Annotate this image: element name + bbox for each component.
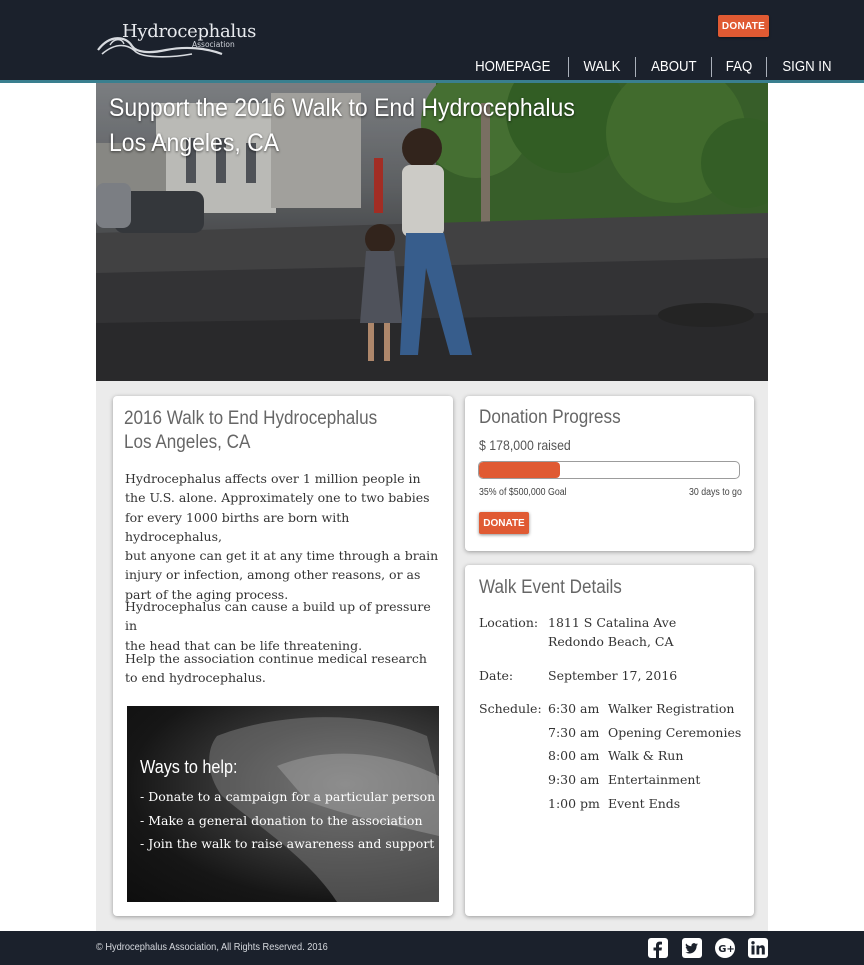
nav-separator (711, 57, 713, 77)
text-line: but anyone can get it at any time throug… (125, 548, 439, 564)
schedule-time: 1:00 pm (548, 796, 600, 811)
ways-to-help-heading: Ways to help: (140, 757, 238, 777)
nav-sign-in[interactable]: SIGN IN (772, 57, 842, 77)
ways-to-help-box (127, 706, 439, 902)
schedule-time: 9:30 am (548, 772, 600, 787)
header-donate-button[interactable]: DONATE (718, 15, 769, 37)
text-line: Help the association continue medical re… (125, 651, 427, 666)
logo-subtext: Association (192, 40, 235, 49)
schedule-time: 6:30 am (548, 701, 600, 716)
card-donate-button[interactable]: DONATE (479, 512, 529, 534)
text-line: Hydrocephalus affects over 1 million peo… (125, 471, 421, 486)
facebook-icon[interactable] (648, 938, 668, 958)
schedule-event: Event Ends (608, 796, 681, 811)
location-line-1: 1811 S Catalina Ave (548, 615, 677, 630)
days-remaining-text: 30 days to go (689, 487, 742, 498)
twitter-icon[interactable] (682, 938, 702, 958)
schedule-label: Schedule: (479, 701, 542, 716)
schedule-event: Opening Ceremonies (608, 725, 742, 740)
text-line: for every 1000 births are born with hydr… (125, 509, 350, 544)
linkedin-icon[interactable] (748, 938, 768, 958)
nav-about[interactable]: ABOUT (640, 57, 707, 77)
walk-title: 2016 Walk to End Hydrocephalus Los Angel… (124, 407, 377, 455)
date-value: September 17, 2016 (548, 668, 678, 683)
text-line: to end hydrocephalus. (125, 670, 266, 686)
schedule-time: 8:00 am (548, 748, 600, 763)
svg-text:G+: G+ (718, 944, 735, 955)
schedule-time: 7:30 am (548, 725, 600, 740)
site-logo[interactable]: Hydrocephalus Association (96, 18, 256, 63)
hero-title: Support the 2016 Walk to End Hydrocephal… (109, 91, 575, 161)
walk-title-line-1: 2016 Walk to End Hydrocephalus (124, 408, 378, 429)
amount-raised: $ 178,000 raised (479, 437, 571, 453)
hands-photo-illustration (209, 717, 439, 902)
description-paragraph-1: Hydrocephalus affects over 1 million peo… (125, 469, 445, 604)
nav-walk[interactable]: WALK (573, 57, 631, 77)
date-label: Date: (479, 668, 514, 683)
hero-title-line-1: Support the 2016 Walk to End Hydrocephal… (109, 94, 575, 122)
walk-title-line-2: Los Angeles, CA (124, 432, 251, 453)
hero-image: Support the 2016 Walk to End Hydrocephal… (96, 83, 768, 381)
copyright-text: © Hydrocephalus Association, All Rights … (96, 941, 328, 953)
main-nav: HOMEPAGE WALK ABOUT FAQ SIGN IN (458, 56, 847, 78)
donation-progress-title: Donation Progress (479, 407, 621, 428)
schedule-event: Walk & Run (608, 748, 684, 763)
hero-title-line-2: Los Angeles, CA (109, 129, 280, 157)
schedule-event: Entertainment (608, 772, 701, 787)
ways-item: - Donate to a campaign for a particular … (140, 789, 436, 804)
goal-percent-text: 35% of $500,000 Goal (479, 487, 567, 498)
google-plus-icon[interactable]: G+ (715, 938, 735, 958)
nav-faq[interactable]: FAQ (715, 57, 763, 77)
schedule-event: Walker Registration (608, 701, 735, 716)
description-paragraph-2: Hydrocephalus can cause a build up of pr… (125, 597, 445, 655)
ways-item: - Make a general donation to the associa… (140, 813, 423, 828)
logo-text: Hydrocephalus (122, 21, 257, 42)
nav-separator (766, 57, 768, 77)
walk-event-details-title: Walk Event Details (479, 577, 622, 598)
text-line: the U.S. alone. Approximately one to two… (125, 490, 430, 506)
nav-homepage[interactable]: HOMEPAGE (465, 57, 561, 77)
description-paragraph-3: Help the association continue medical re… (125, 649, 445, 688)
ways-item: - Join the walk to raise awareness and s… (140, 836, 435, 851)
location-label: Location: (479, 615, 539, 630)
donation-progress-bar (478, 461, 740, 479)
text-line: injury or infection, among other reasons… (125, 567, 421, 583)
donation-progress-fill (479, 462, 560, 478)
nav-separator (567, 57, 569, 77)
nav-separator (634, 57, 636, 77)
text-line: Hydrocephalus can cause a build up of pr… (125, 599, 431, 634)
location-line-2: Redondo Beach, CA (548, 634, 674, 649)
